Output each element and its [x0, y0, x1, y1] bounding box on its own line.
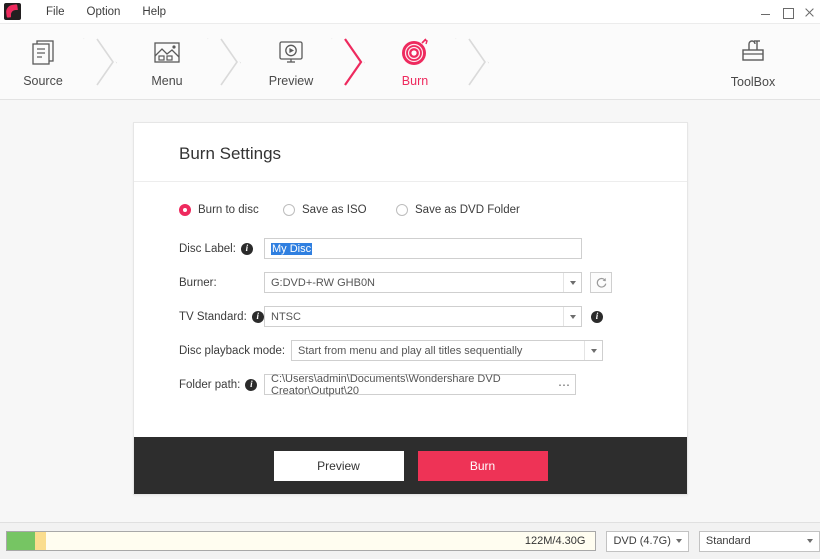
picture-frame-icon [151, 35, 183, 69]
status-bar: 122M/4.30G DVD (4.7G) Standard [0, 522, 820, 559]
browse-folder-button[interactable]: ⋯ [557, 375, 572, 394]
step-toolbar: Source Menu Preview Burn ToolBox [0, 24, 820, 100]
output-mode-radio-group: Burn to disc Save as ISO Save as DVD Fol… [134, 204, 687, 216]
row-burner: Burner: G:DVD+-RW GHB0N [134, 272, 687, 293]
window-controls [760, 0, 815, 24]
row-folder-path: Folder path: i C:\Users\admin\Documents\… [134, 372, 687, 397]
step-burn-label: Burn [401, 74, 429, 88]
burner-value: G:DVD+-RW GHB0N [271, 276, 376, 289]
capacity-overhead-segment [35, 532, 46, 550]
burning-disc-icon [398, 35, 432, 69]
radio-save-as-iso[interactable]: Save as ISO [283, 204, 396, 216]
tv-standard-label: TV Standard: i [179, 310, 264, 323]
preview-button[interactable]: Preview [273, 450, 404, 481]
chevron-down-icon[interactable] [807, 539, 813, 543]
step-list: Source Menu Preview Burn [0, 24, 496, 99]
playback-mode-value: Start from menu and play all titles sequ… [298, 344, 523, 357]
close-icon[interactable] [804, 7, 815, 18]
step-source[interactable]: Source [0, 24, 86, 99]
burn-button[interactable]: Burn [417, 450, 548, 481]
tv-standard-select[interactable]: NTSC [264, 306, 582, 327]
step-separator-2 [210, 24, 248, 99]
playback-mode-select[interactable]: Start from menu and play all titles sequ… [291, 340, 603, 361]
document-stack-icon [28, 35, 58, 69]
step-separator-3 [334, 24, 372, 99]
radio-burn-to-disc-label: Burn to disc [198, 204, 259, 216]
playback-mode-label: Disc playback mode: [179, 345, 291, 357]
chevron-down-icon[interactable] [584, 341, 602, 360]
row-disc-label: Disc Label: i My Disc [134, 238, 687, 259]
capacity-text: 122M/4.30G [524, 535, 586, 547]
radio-burn-to-disc[interactable]: Burn to disc [179, 204, 283, 216]
chevron-down-icon[interactable] [563, 273, 581, 292]
info-icon[interactable]: i [245, 378, 258, 391]
step-preview-label: Preview [268, 74, 314, 88]
toolbox-button[interactable]: ToolBox [708, 24, 798, 99]
disc-label-text: Disc Label: [179, 242, 236, 255]
disc-label-label: Disc Label: i [179, 242, 264, 255]
playback-mode-label-text: Disc playback mode: [179, 344, 286, 357]
quality-value: Standard [705, 535, 751, 547]
disc-label-value: My Disc [271, 242, 313, 255]
refresh-icon [596, 277, 606, 288]
tv-standard-info-icon[interactable]: i [591, 310, 603, 323]
maximize-icon[interactable] [782, 7, 794, 19]
main-content: Burn Settings Burn to disc Save as ISO S… [0, 101, 820, 522]
tv-standard-label-text: TV Standard: [179, 310, 247, 323]
settings-form: Burn to disc Save as ISO Save as DVD Fol… [134, 182, 687, 437]
burner-select[interactable]: G:DVD+-RW GHB0N [264, 272, 582, 293]
disc-type-select[interactable]: DVD (4.7G) [606, 530, 689, 552]
info-icon[interactable]: i [240, 242, 253, 255]
title-bar: File Option Help [0, 0, 820, 24]
radio-dot-icon [396, 204, 408, 216]
monitor-play-icon [275, 35, 307, 69]
minimize-icon[interactable] [760, 7, 771, 18]
row-tv-standard: TV Standard: i NTSC i [134, 306, 687, 327]
burner-label-text: Burner: [179, 276, 217, 289]
folder-path-value: C:\Users\admin\Documents\Wondershare DVD… [271, 372, 501, 397]
refresh-burner-button[interactable] [590, 272, 612, 293]
step-separator-1 [86, 24, 124, 99]
folder-path-input[interactable]: C:\Users\admin\Documents\Wondershare DVD… [264, 372, 576, 397]
disc-label-input[interactable]: My Disc [264, 238, 582, 259]
menu-bar: File Option Help [35, 4, 177, 20]
radio-save-as-iso-label: Save as ISO [302, 204, 367, 216]
chevron-down-icon[interactable] [563, 307, 581, 326]
app-logo-icon [4, 3, 21, 20]
page-title: Burn Settings [179, 144, 282, 163]
tv-standard-value: NTSC [271, 310, 301, 323]
folder-path-label-text: Folder path: [179, 378, 241, 391]
step-menu-label: Menu [151, 74, 183, 88]
disc-capacity-bar: 122M/4.30G [6, 531, 597, 551]
info-icon[interactable]: i [251, 310, 264, 323]
burner-label: Burner: [179, 277, 264, 289]
disc-type-value: DVD (4.7G) [613, 535, 671, 547]
radio-save-as-dvd-folder-label: Save as DVD Folder [415, 204, 520, 216]
toolbox-label: ToolBox [730, 74, 776, 89]
folder-path-label: Folder path: i [179, 378, 264, 391]
step-preview[interactable]: Preview [248, 24, 334, 99]
radio-dot-icon [179, 204, 191, 216]
step-separator-4 [458, 24, 496, 99]
step-burn[interactable]: Burn [372, 24, 458, 99]
step-menu[interactable]: Menu [124, 24, 210, 99]
menu-item-file[interactable]: File [35, 4, 76, 20]
menu-item-help[interactable]: Help [131, 4, 177, 20]
toolbox-icon [737, 35, 769, 70]
panel-action-bar: Preview Burn [134, 437, 687, 494]
step-source-label: Source [23, 74, 63, 88]
capacity-used-segment [7, 532, 35, 550]
radio-save-as-dvd-folder[interactable]: Save as DVD Folder [396, 204, 520, 216]
row-playback-mode: Disc playback mode: Start from menu and … [134, 340, 687, 361]
chevron-down-icon[interactable] [675, 539, 682, 543]
burn-settings-panel: Burn Settings Burn to disc Save as ISO S… [133, 122, 688, 495]
quality-select[interactable]: Standard [698, 530, 820, 552]
menu-item-option[interactable]: Option [76, 4, 132, 20]
radio-dot-icon [283, 204, 295, 216]
